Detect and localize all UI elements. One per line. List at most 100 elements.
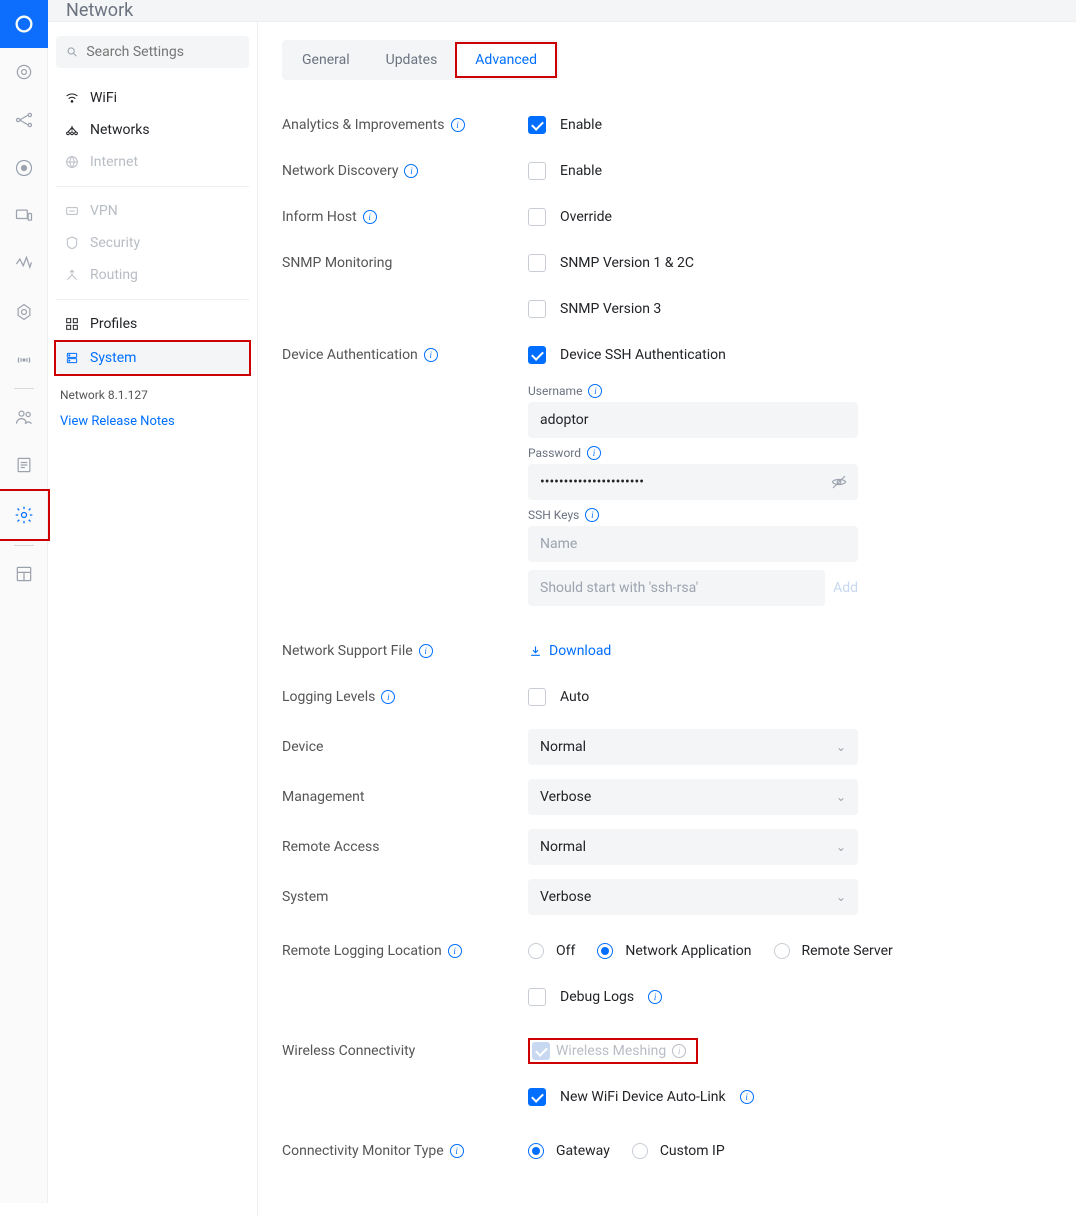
username-input[interactable] xyxy=(528,402,858,438)
networks-icon xyxy=(64,122,80,138)
rail-apps-icon[interactable] xyxy=(0,288,48,336)
sidebar-item-system[interactable]: System xyxy=(56,342,249,374)
label-device: Device xyxy=(282,739,528,755)
sidebar-separator xyxy=(56,186,249,187)
info-icon[interactable]: i xyxy=(648,990,662,1004)
rail-layout-icon[interactable] xyxy=(0,550,48,598)
sidebar-label: Internet xyxy=(90,154,138,170)
info-icon[interactable]: i xyxy=(450,1144,464,1158)
chevron-down-icon: ⌄ xyxy=(836,790,846,804)
label-system-level: System xyxy=(282,889,528,905)
label-wireless-connectivity: Wireless Connectivity xyxy=(282,1043,528,1059)
label-logging-levels: Logging Levelsi xyxy=(282,689,528,705)
checkbox-logging-auto[interactable] xyxy=(528,688,546,706)
rail-radio-icon[interactable] xyxy=(0,336,48,384)
sidebar-label: Security xyxy=(90,235,140,251)
select-management-level[interactable]: Verbose⌄ xyxy=(528,779,858,815)
info-icon[interactable]: i xyxy=(363,210,377,224)
label-analytics: Analytics & Improvementsi xyxy=(282,117,528,133)
rail-separator xyxy=(14,545,34,546)
select-device-level[interactable]: Normal⌄ xyxy=(528,729,858,765)
search-input[interactable] xyxy=(86,44,239,60)
rail-topology-icon[interactable] xyxy=(0,96,48,144)
sidebar-item-wifi[interactable]: WiFi xyxy=(56,82,249,114)
globe-icon xyxy=(64,154,80,170)
rail-settings-icon[interactable] xyxy=(0,491,48,539)
label-device-auth: Device Authenticationi xyxy=(282,347,528,363)
password-input[interactable] xyxy=(528,464,858,500)
ssh-key-name-input[interactable] xyxy=(528,526,858,562)
info-icon[interactable]: i xyxy=(419,644,433,658)
checkbox-snmp-v1v2[interactable] xyxy=(528,254,546,272)
radio-label: Network Application xyxy=(625,943,751,959)
checkbox-discovery-enable[interactable] xyxy=(528,162,546,180)
download-link[interactable]: Download xyxy=(528,643,611,659)
info-icon[interactable]: i xyxy=(588,384,602,398)
tab-advanced[interactable]: Advanced xyxy=(457,44,555,76)
sidebar-item-internet[interactable]: Internet xyxy=(56,146,249,178)
checkbox-debug-logs[interactable] xyxy=(528,988,546,1006)
rail-stats-icon[interactable] xyxy=(0,240,48,288)
select-system-level[interactable]: Verbose⌄ xyxy=(528,879,858,915)
eye-icon[interactable] xyxy=(830,473,848,495)
app-logo[interactable] xyxy=(0,0,48,48)
ssh-key-value-input[interactable] xyxy=(528,570,825,606)
label-ssh-keys: SSH Keysi xyxy=(528,508,1052,522)
checkbox-label: Enable xyxy=(560,163,602,179)
checkbox-analytics-enable[interactable] xyxy=(528,116,546,134)
rail-logs-icon[interactable] xyxy=(0,441,48,489)
radio-custom-ip[interactable] xyxy=(632,1143,648,1159)
chevron-down-icon: ⌄ xyxy=(836,840,846,854)
label-username: Usernamei xyxy=(528,384,1052,398)
sidebar-item-networks[interactable]: Networks xyxy=(56,114,249,146)
checkbox-inform-override[interactable] xyxy=(528,208,546,226)
sidebar-item-profiles[interactable]: Profiles xyxy=(56,308,249,340)
info-icon[interactable]: i xyxy=(424,348,438,362)
info-icon[interactable]: i xyxy=(585,508,599,522)
page-title: Network xyxy=(48,0,1076,22)
sidebar-item-routing[interactable]: Routing xyxy=(56,259,249,291)
release-notes-link[interactable]: View Release Notes xyxy=(56,406,249,437)
main-panel: General Updates Advanced Analytics & Imp… xyxy=(258,22,1076,1216)
info-icon[interactable]: i xyxy=(451,118,465,132)
rail-users-icon[interactable] xyxy=(0,393,48,441)
checkbox-autolink[interactable] xyxy=(528,1088,546,1106)
sidebar-item-security[interactable]: Security xyxy=(56,227,249,259)
select-remote-access-level[interactable]: Normal⌄ xyxy=(528,829,858,865)
download-icon xyxy=(528,644,543,659)
nav-rail xyxy=(0,0,48,1203)
sidebar-label: Profiles xyxy=(90,316,137,332)
radio-label: Remote Server xyxy=(802,943,893,959)
tab-general[interactable]: General xyxy=(284,44,368,76)
checkbox-label: Enable xyxy=(560,117,602,133)
ssh-add-button[interactable]: Add xyxy=(833,580,858,596)
checkbox-snmp-v3[interactable] xyxy=(528,300,546,318)
info-icon[interactable]: i xyxy=(587,446,601,460)
info-icon[interactable]: i xyxy=(740,1090,754,1104)
info-icon[interactable]: i xyxy=(672,1044,686,1058)
label-snmp: SNMP Monitoring xyxy=(282,255,528,271)
info-icon[interactable]: i xyxy=(448,944,462,958)
sidebar-item-vpn[interactable]: VPN xyxy=(56,195,249,227)
label-support-file: Network Support Filei xyxy=(282,643,528,659)
radio-label: Gateway xyxy=(556,1143,610,1159)
sidebar-label: VPN xyxy=(90,203,118,219)
rail-dashboard-icon[interactable] xyxy=(0,48,48,96)
settings-sidebar: WiFi Networks Internet VPN Security Rout… xyxy=(48,22,258,1216)
checkbox-label: Wireless Meshing xyxy=(556,1043,666,1059)
checkbox-device-ssh-auth[interactable] xyxy=(528,346,546,364)
profiles-icon xyxy=(64,316,80,332)
rail-clients-icon[interactable] xyxy=(0,192,48,240)
radio-remote-server[interactable] xyxy=(774,943,790,959)
radio-off[interactable] xyxy=(528,943,544,959)
info-icon[interactable]: i xyxy=(381,690,395,704)
rail-devices-icon[interactable] xyxy=(0,144,48,192)
search-box[interactable] xyxy=(56,36,249,68)
tab-updates[interactable]: Updates xyxy=(368,44,456,76)
radio-network-application[interactable] xyxy=(597,943,613,959)
radio-label: Off xyxy=(556,943,575,959)
chevron-down-icon: ⌄ xyxy=(836,740,846,754)
label-management: Management xyxy=(282,789,528,805)
info-icon[interactable]: i xyxy=(404,164,418,178)
radio-gateway[interactable] xyxy=(528,1143,544,1159)
